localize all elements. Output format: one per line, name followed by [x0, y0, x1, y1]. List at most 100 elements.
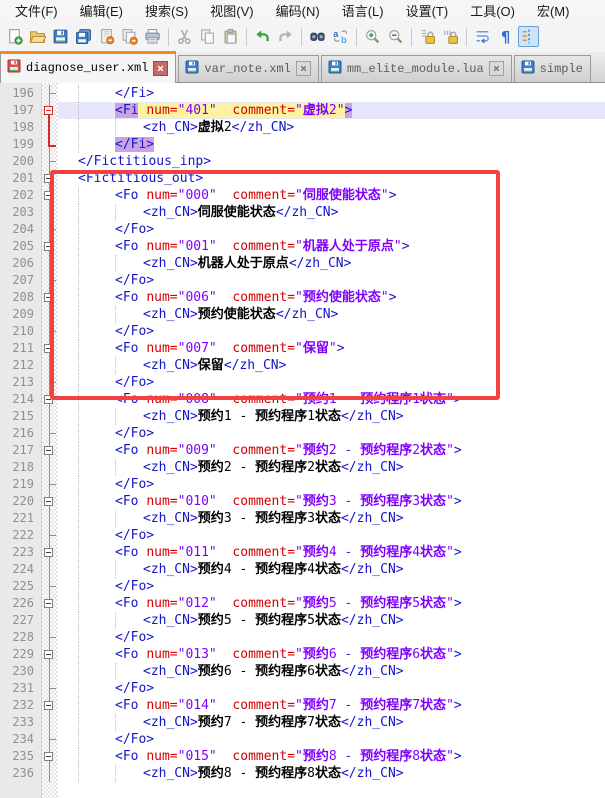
- code-text[interactable]: <Fi num="401" comment="虚拟2">: [58, 102, 605, 119]
- code-text[interactable]: </Fictitious_inp>: [58, 153, 605, 170]
- code-text[interactable]: <zh_CN>预约1 - 预约程序1状态</zh_CN>: [58, 408, 605, 425]
- code-text[interactable]: <Fo num="015" comment="预约8 - 预约程序8状态">: [58, 748, 605, 765]
- replace-icon[interactable]: ab: [330, 26, 351, 47]
- fold-collapse-icon[interactable]: [44, 395, 53, 404]
- line-number[interactable]: 229: [0, 646, 42, 663]
- line-number[interactable]: 197: [0, 102, 42, 119]
- code-text[interactable]: <Fo num="010" comment="预约3 - 预约程序3状态">: [58, 493, 605, 510]
- line-number[interactable]: 206: [0, 255, 42, 272]
- line-number[interactable]: 235: [0, 748, 42, 765]
- fold-collapse-icon[interactable]: [44, 191, 53, 200]
- code-text[interactable]: </Fi>: [58, 85, 605, 102]
- code-text[interactable]: </Fo>: [58, 221, 605, 238]
- menu-item-edit[interactable]: 编辑(E): [69, 0, 134, 22]
- line-number[interactable]: 199: [0, 136, 42, 153]
- find-icon[interactable]: [307, 26, 328, 47]
- line-number[interactable]: 213: [0, 374, 42, 391]
- close-tab-icon[interactable]: [153, 61, 168, 76]
- close-icon[interactable]: [96, 26, 117, 47]
- line-number[interactable]: 203: [0, 204, 42, 221]
- code-text[interactable]: <zh_CN>预约3 - 预约程序3状态</zh_CN>: [58, 510, 605, 527]
- line-number[interactable]: 198: [0, 119, 42, 136]
- undo-icon[interactable]: [252, 26, 273, 47]
- menu-item-file[interactable]: 文件(F): [4, 0, 69, 22]
- close-tab-icon[interactable]: [296, 61, 311, 76]
- code-text[interactable]: <Fo num="001" comment="机器人处于原点">: [58, 238, 605, 255]
- code-text[interactable]: <Fo num="008" comment="预约1 - 预约程序1状态">: [58, 391, 605, 408]
- line-number[interactable]: 211: [0, 340, 42, 357]
- tab-diagnose_user.xml[interactable]: diagnose_user.xml: [0, 51, 176, 83]
- code-text[interactable]: <Fictitious_out>: [58, 170, 605, 187]
- code-text[interactable]: <Fo num="014" comment="预约7 - 预约程序7状态">: [58, 697, 605, 714]
- fold-collapse-icon[interactable]: [44, 344, 53, 353]
- menu-item-macro[interactable]: 宏(M): [526, 0, 581, 22]
- line-number[interactable]: 220: [0, 493, 42, 510]
- line-number[interactable]: 223: [0, 544, 42, 561]
- open-file-icon[interactable]: [27, 26, 48, 47]
- code-text[interactable]: <zh_CN>预约使能状态</zh_CN>: [58, 306, 605, 323]
- line-number[interactable]: 232: [0, 697, 42, 714]
- line-number[interactable]: 215: [0, 408, 42, 425]
- line-number[interactable]: 200: [0, 153, 42, 170]
- code-text[interactable]: <Fo num="013" comment="预约6 - 预约程序6状态">: [58, 646, 605, 663]
- code-text[interactable]: </Fo>: [58, 629, 605, 646]
- sync-horizontal-icon[interactable]: [440, 26, 461, 47]
- code-text[interactable]: </Fo>: [58, 323, 605, 340]
- print-icon[interactable]: [142, 26, 163, 47]
- code-text[interactable]: </Fo>: [58, 731, 605, 748]
- code-text[interactable]: <zh_CN>预约8 - 预约程序8状态</zh_CN>: [58, 765, 605, 782]
- fold-collapse-icon[interactable]: [44, 599, 53, 608]
- line-number[interactable]: 216: [0, 425, 42, 442]
- fold-collapse-icon[interactable]: [44, 701, 53, 710]
- fold-collapse-icon[interactable]: [44, 106, 53, 115]
- line-number[interactable]: 226: [0, 595, 42, 612]
- new-file-icon[interactable]: [4, 26, 25, 47]
- code-text[interactable]: <Fo num="011" comment="预约4 - 预约程序4状态">: [58, 544, 605, 561]
- menu-item-search[interactable]: 搜索(S): [134, 0, 199, 22]
- line-number[interactable]: 234: [0, 731, 42, 748]
- line-number[interactable]: 201: [0, 170, 42, 187]
- indent-guide-icon[interactable]: [518, 26, 539, 47]
- line-number[interactable]: 208: [0, 289, 42, 306]
- menu-item-language[interactable]: 语言(L): [331, 0, 395, 22]
- tab-simple[interactable]: simple: [514, 55, 591, 82]
- fold-collapse-icon[interactable]: [44, 650, 53, 659]
- code-text[interactable]: <Fo num="000" comment="伺服使能状态">: [58, 187, 605, 204]
- line-number[interactable]: 214: [0, 391, 42, 408]
- line-number[interactable]: 233: [0, 714, 42, 731]
- code-text[interactable]: <zh_CN>预约2 - 预约程序2状态</zh_CN>: [58, 459, 605, 476]
- code-text[interactable]: <zh_CN>机器人处于原点</zh_CN>: [58, 255, 605, 272]
- sync-vertical-icon[interactable]: [417, 26, 438, 47]
- code-text[interactable]: <zh_CN>预约4 - 预约程序4状态</zh_CN>: [58, 561, 605, 578]
- code-text[interactable]: <zh_CN>伺服使能状态</zh_CN>: [58, 204, 605, 221]
- code-text[interactable]: </Fo>: [58, 425, 605, 442]
- line-number[interactable]: 224: [0, 561, 42, 578]
- line-number[interactable]: 210: [0, 323, 42, 340]
- line-number[interactable]: 219: [0, 476, 42, 493]
- zoom-in-icon[interactable]: [362, 26, 383, 47]
- menu-item-settings[interactable]: 设置(T): [395, 0, 460, 22]
- line-number[interactable]: 205: [0, 238, 42, 255]
- zoom-out-icon[interactable]: [385, 26, 406, 47]
- code-text[interactable]: </Fo>: [58, 578, 605, 595]
- code-text[interactable]: <Fo num="007" comment="保留">: [58, 340, 605, 357]
- show-all-chars-icon[interactable]: ¶: [495, 26, 516, 47]
- editor[interactable]: 196 </Fi> 197 <Fi num="401" comment="虚拟2"> 1…: [0, 83, 605, 798]
- line-number[interactable]: 218: [0, 459, 42, 476]
- line-number[interactable]: 225: [0, 578, 42, 595]
- line-number[interactable]: 222: [0, 527, 42, 544]
- line-number[interactable]: 227: [0, 612, 42, 629]
- line-number[interactable]: 231: [0, 680, 42, 697]
- line-number[interactable]: 207: [0, 272, 42, 289]
- code-text[interactable]: <Fo num="012" comment="预约5 - 预约程序5状态">: [58, 595, 605, 612]
- line-number[interactable]: 228: [0, 629, 42, 646]
- menu-item-tools[interactable]: 工具(O): [459, 0, 526, 22]
- menu-item-encoding[interactable]: 编码(N): [265, 0, 331, 22]
- menu-item-view[interactable]: 视图(V): [199, 0, 264, 22]
- code-text[interactable]: <Fo num="009" comment="预约2 - 预约程序2状态">: [58, 442, 605, 459]
- line-number[interactable]: 196: [0, 85, 42, 102]
- code-text[interactable]: <Fo num="006" comment="预约使能状态">: [58, 289, 605, 306]
- code-text[interactable]: </Fi>: [58, 136, 605, 153]
- line-number[interactable]: 217: [0, 442, 42, 459]
- tab-var_note.xml[interactable]: var_note.xml: [178, 55, 318, 82]
